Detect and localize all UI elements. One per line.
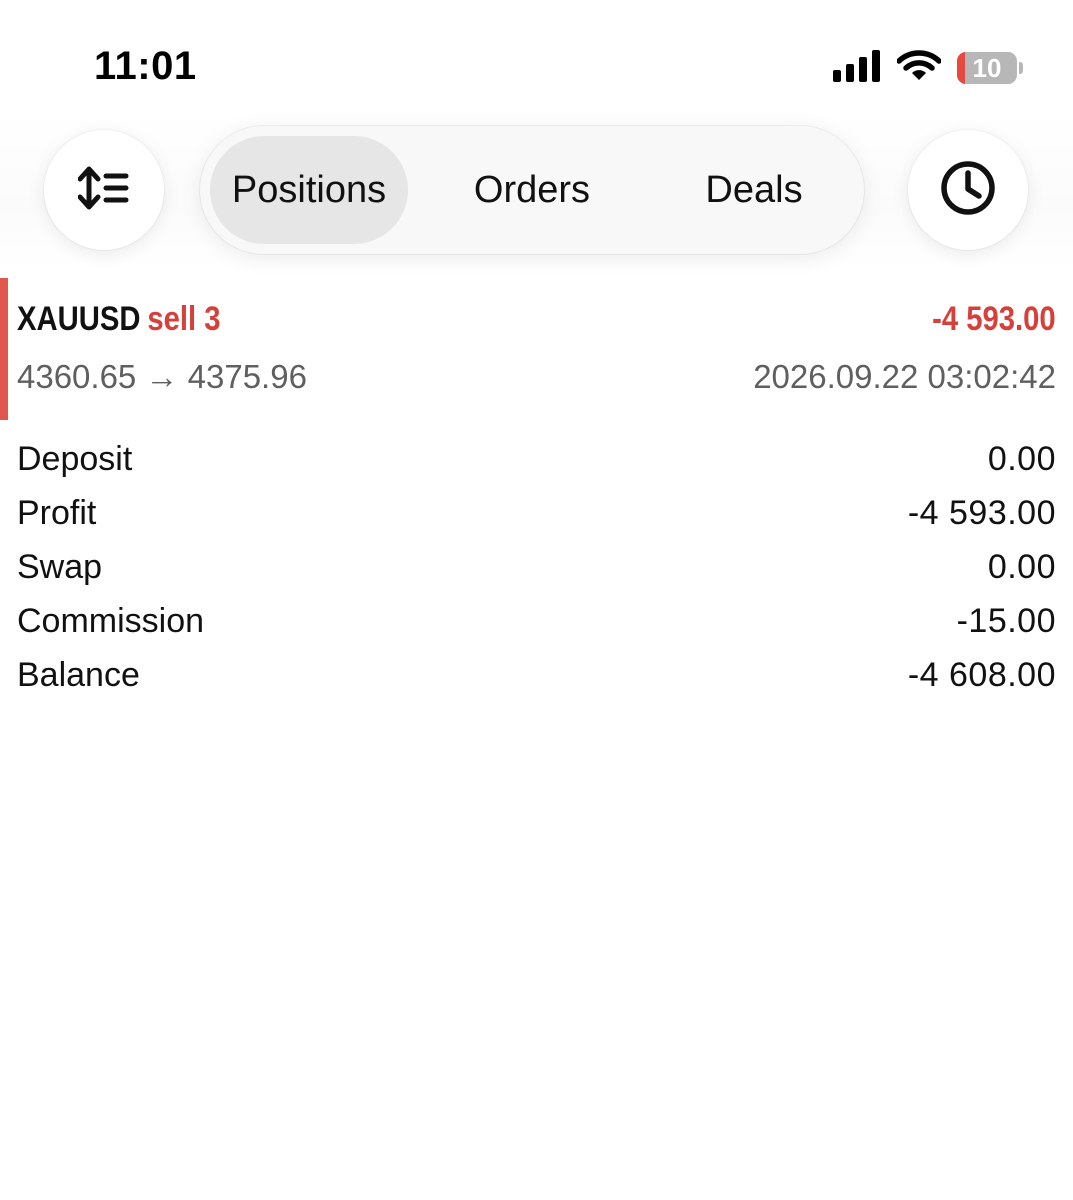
position-accent-bar bbox=[0, 278, 8, 420]
tab-switcher: Positions Orders Deals bbox=[200, 126, 864, 254]
position-row[interactable]: XAUUSD sell 3 -4 593.00 4360.65 → 4375.96… bbox=[0, 278, 1073, 420]
summary-label: Commission bbox=[17, 602, 205, 640]
position-symbol: XAUUSD bbox=[17, 300, 141, 338]
summary-value: -4 593.00 bbox=[907, 494, 1056, 532]
position-time: 2026.09.22 03:02:42 bbox=[753, 358, 1056, 395]
summary-label: Profit bbox=[17, 494, 97, 532]
tab-orders[interactable]: Orders bbox=[432, 136, 632, 244]
battery-fill bbox=[957, 52, 965, 84]
summary-value: -15.00 bbox=[956, 602, 1056, 640]
history-button[interactable] bbox=[908, 130, 1028, 250]
summary-label: Balance bbox=[17, 656, 140, 694]
battery-cap bbox=[1019, 62, 1023, 74]
position-side: sell 3 bbox=[147, 300, 221, 338]
trade-screen: 11:01 10 Positions Orders Deals XAUUSD s… bbox=[0, 0, 1073, 1200]
position-current-price: 4375.96 bbox=[187, 358, 307, 395]
sort-icon bbox=[77, 166, 130, 215]
cellular-signal-icon bbox=[833, 49, 881, 87]
wifi-icon bbox=[896, 49, 942, 87]
summary-row-commission: Commission -15.00 bbox=[17, 596, 1056, 650]
clock-icon bbox=[939, 159, 997, 222]
summary-row-swap: Swap 0.00 bbox=[17, 542, 1056, 596]
position-profit: -4 593.00 bbox=[932, 300, 1056, 338]
summary-list: Deposit 0.00 Profit -4 593.00 Swap 0.00 … bbox=[17, 434, 1056, 704]
position-title: XAUUSD sell 3 bbox=[17, 300, 221, 339]
summary-row-profit: Profit -4 593.00 bbox=[17, 488, 1056, 542]
sort-button[interactable] bbox=[44, 130, 164, 250]
tab-deals[interactable]: Deals bbox=[654, 136, 854, 244]
summary-row-balance: Balance -4 608.00 bbox=[17, 650, 1056, 704]
toolbar: Positions Orders Deals bbox=[0, 110, 1073, 270]
battery-level: 10 bbox=[972, 53, 1002, 83]
status-time: 11:01 bbox=[94, 44, 197, 88]
position-prices: 4360.65 → 4375.96 bbox=[17, 358, 307, 396]
position-open-price: 4360.65 bbox=[17, 358, 137, 395]
battery-icon: 10 bbox=[957, 52, 1017, 84]
arrow-right-icon: → bbox=[145, 358, 179, 395]
summary-value: -4 608.00 bbox=[907, 656, 1056, 694]
tab-positions[interactable]: Positions bbox=[210, 136, 408, 244]
summary-value: 0.00 bbox=[987, 548, 1056, 586]
summary-label: Deposit bbox=[17, 440, 133, 478]
summary-label: Swap bbox=[17, 548, 103, 586]
status-icons: 10 bbox=[833, 48, 1023, 88]
summary-value: 0.00 bbox=[987, 440, 1056, 478]
summary-row-deposit: Deposit 0.00 bbox=[17, 434, 1056, 488]
